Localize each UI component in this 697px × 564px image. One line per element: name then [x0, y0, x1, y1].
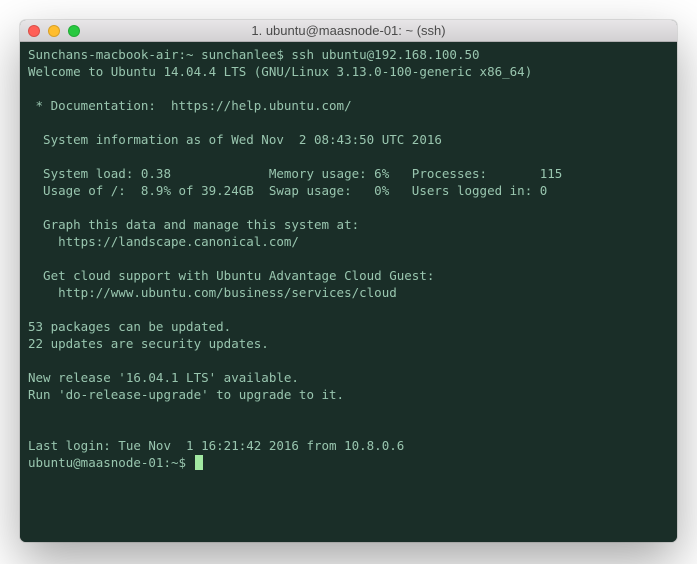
terminal-line: System load: 0.38 Memory usage: 6% Proce… [28, 166, 562, 181]
terminal-body[interactable]: Sunchans-macbook-air:~ sunchanlee$ ssh u… [20, 42, 677, 542]
terminal-line: Sunchans-macbook-air:~ sunchanlee$ ssh u… [28, 47, 480, 62]
terminal-line: New release '16.04.1 LTS' available. [28, 370, 299, 385]
terminal-line: * Documentation: https://help.ubuntu.com… [28, 98, 352, 113]
terminal-line: System information as of Wed Nov 2 08:43… [28, 132, 442, 147]
terminal-line: Usage of /: 8.9% of 39.24GB Swap usage: … [28, 183, 547, 198]
traffic-lights [28, 25, 80, 37]
terminal-line: Run 'do-release-upgrade' to upgrade to i… [28, 387, 344, 402]
window-title: 1. ubuntu@maasnode-01: ~ (ssh) [20, 23, 677, 38]
terminal-window: 1. ubuntu@maasnode-01: ~ (ssh) Sunchans-… [20, 20, 677, 542]
close-button[interactable] [28, 25, 40, 37]
terminal-line: Get cloud support with Ubuntu Advantage … [28, 268, 434, 283]
terminal-line: Welcome to Ubuntu 14.04.4 LTS (GNU/Linux… [28, 64, 532, 79]
maximize-button[interactable] [68, 25, 80, 37]
terminal-line: Graph this data and manage this system a… [28, 217, 359, 232]
minimize-button[interactable] [48, 25, 60, 37]
prompt: ubuntu@maasnode-01:~$ [28, 454, 194, 471]
prompt-line: ubuntu@maasnode-01:~$ [28, 454, 669, 471]
terminal-line: 22 updates are security updates. [28, 336, 269, 351]
cursor [195, 455, 203, 470]
title-bar[interactable]: 1. ubuntu@maasnode-01: ~ (ssh) [20, 20, 677, 42]
terminal-line: 53 packages can be updated. [28, 319, 231, 334]
terminal-line: https://landscape.canonical.com/ [28, 234, 299, 249]
terminal-line: Last login: Tue Nov 1 16:21:42 2016 from… [28, 438, 404, 453]
terminal-line: http://www.ubuntu.com/business/services/… [28, 285, 397, 300]
